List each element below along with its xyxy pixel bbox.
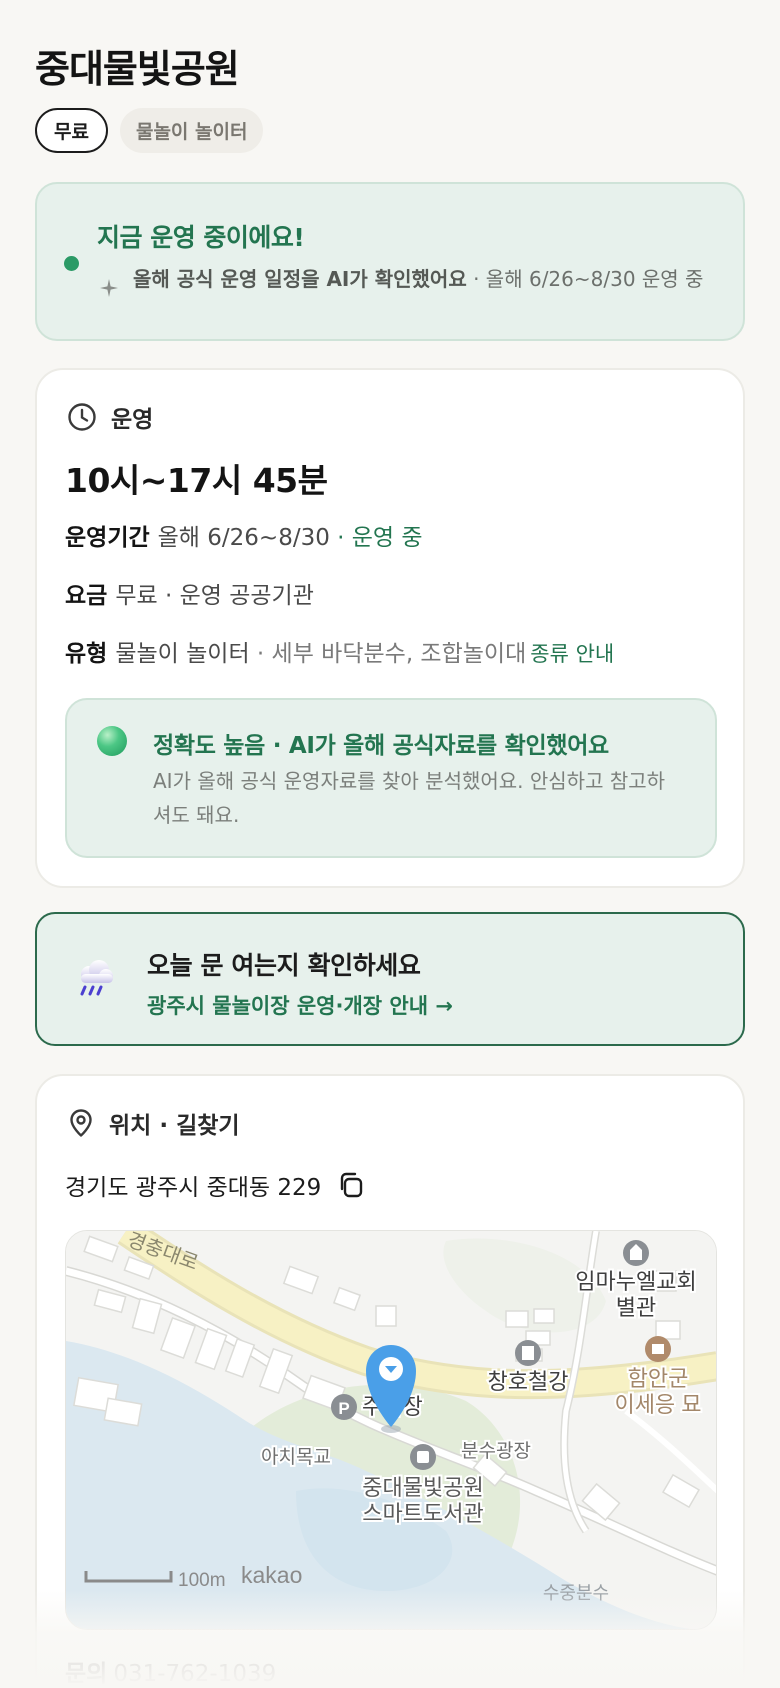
map-brand-logo: kakao — [241, 1562, 302, 1588]
operation-card: 운영 10시~17시 45분 운영기간 올해 6/26~8/30 · 운영 중 요… — [35, 368, 745, 888]
notice-link[interactable]: 광주시 물놀이장 운영·개장 안내 → — [147, 990, 453, 1020]
scale-label: 100m — [178, 1570, 226, 1591]
operation-header: 운영 — [67, 400, 153, 434]
operating-hours: 10시~17시 45분 — [65, 461, 328, 500]
status-desc-bold: 올해 공식 운영 일정을 AI가 확인했어요 — [133, 267, 467, 291]
accuracy-orb-icon — [97, 726, 127, 756]
tag-list: 무료 물놀이 놀이터 — [35, 108, 264, 153]
sparkle-icon — [100, 279, 118, 297]
svg-text:임마누엘교회: 임마누엘교회 — [575, 1269, 696, 1294]
type-row: 유형 물놀이 놀이터 · 세부 바닥분수, 조합놀이대 종류 안내 — [65, 634, 614, 668]
status-description: 올해 공식 운영 일정을 AI가 확인했어요 · 올해 6/26~8/30 운영… — [133, 264, 723, 294]
fee-row: 요금 무료 · 운영 공공기관 — [65, 576, 314, 610]
period-status: · 운영 중 — [329, 525, 423, 551]
address-text: 경기도 광주시 중대동 229 — [65, 1175, 322, 1201]
type-guide-link[interactable]: 종류 안내 — [530, 642, 614, 666]
rain-cloud-icon — [80, 960, 113, 996]
fee-label: 요금 — [65, 583, 108, 609]
open-check-card[interactable]: 오늘 문 여는지 확인하세요 광주시 물놀이장 운영·개장 안내 → — [35, 912, 745, 1046]
copy-icon[interactable] — [337, 1171, 365, 1199]
map-bridge-label: 아치목교 — [261, 1446, 331, 1468]
page-title: 중대물빛공원 — [35, 47, 240, 91]
svg-text:스마트도서관: 스마트도서관 — [362, 1501, 483, 1526]
location-header: 위치 · 길찾기 — [67, 1106, 240, 1140]
status-dot-icon — [64, 256, 79, 271]
svg-text:이세응 묘: 이세응 묘 — [614, 1392, 701, 1417]
clock-icon — [68, 403, 96, 431]
notice-title: 오늘 문 여는지 확인하세요 — [147, 951, 421, 980]
type-detail: · 세부 바닥분수, 조합놀이대 — [249, 641, 527, 667]
status-title: 지금 운영 중이에요! — [97, 223, 305, 252]
tag-fee[interactable]: 무료 — [35, 108, 108, 153]
accuracy-box: 정확도 높음 · AI가 올해 공식자료를 확인했어요 AI가 올해 공식 운영… — [65, 698, 717, 858]
fee-value: 무료 · 운영 공공기관 — [115, 583, 314, 609]
period-label: 운영기간 — [65, 525, 150, 551]
map-plaza-label: 분수광장 — [461, 1440, 531, 1462]
operation-label: 운영 — [111, 407, 154, 433]
map-canvas[interactable]: 경충대로 임마누엘교회 별관 창호철강 함안군 이세응 묘 P 아치목교 분수광… — [66, 1231, 717, 1630]
tag-type[interactable]: 물놀이 놀이터 — [119, 108, 264, 153]
status-desc-rest: · 올해 6/26~8/30 운영 중 — [466, 267, 704, 291]
map-view[interactable]: 경충대로 임마누엘교회 별관 창호철강 함안군 이세응 묘 P 아치목교 분수광… — [65, 1230, 717, 1630]
bottom-fade — [0, 1590, 780, 1688]
svg-text:중대물빛공원: 중대물빛공원 — [362, 1475, 483, 1500]
period-value: 올해 6/26~8/30 — [157, 525, 330, 551]
svg-text:별관: 별관 — [616, 1295, 656, 1320]
map-pin-icon — [70, 1109, 92, 1137]
svg-text:함안군: 함안군 — [628, 1366, 689, 1391]
status-card: 지금 운영 중이에요! 올해 공식 운영 일정을 AI가 확인했어요 · 올해 … — [35, 182, 745, 341]
location-label: 위치 · 길찾기 — [109, 1113, 240, 1139]
accuracy-title: 정확도 높음 · AI가 올해 공식자료를 확인했어요 — [153, 733, 609, 759]
type-label: 유형 — [65, 641, 108, 667]
svg-text:창호철강: 창호철강 — [488, 1369, 569, 1394]
period-row: 운영기간 올해 6/26~8/30 · 운영 중 — [65, 518, 423, 552]
type-value: 물놀이 놀이터 — [115, 641, 250, 667]
accuracy-description: AI가 올해 공식 운영자료를 찾아 분석했어요. 안심하고 참고하셔도 돼요. — [153, 769, 666, 827]
svg-text:P: P — [338, 1399, 349, 1418]
address-row: 경기도 광주시 중대동 229 — [65, 1168, 365, 1202]
